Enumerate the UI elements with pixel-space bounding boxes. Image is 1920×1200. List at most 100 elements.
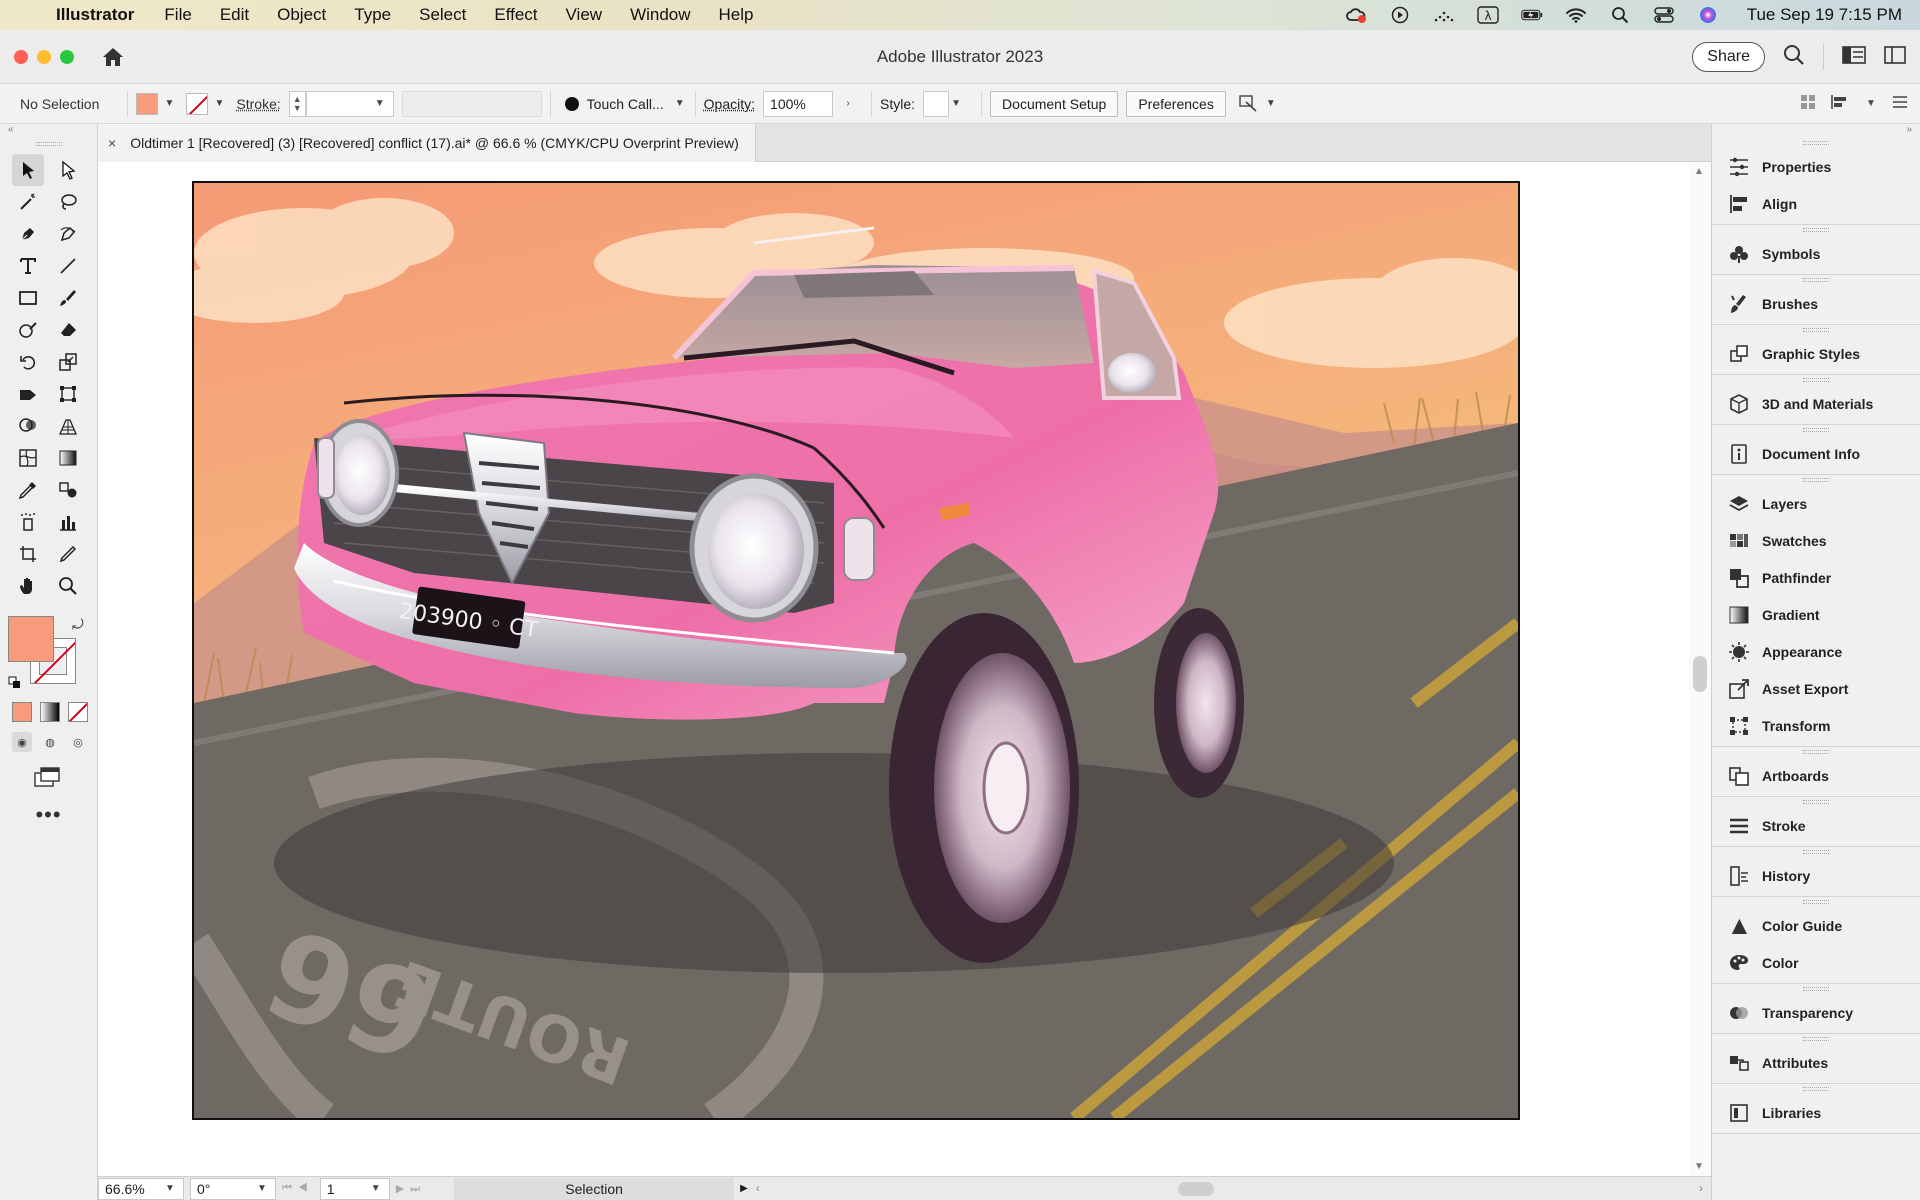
rotate-tool[interactable]	[12, 346, 44, 378]
app-menu-illustrator[interactable]: Illustrator	[56, 5, 134, 25]
shape-builder-tool[interactable]	[12, 410, 44, 442]
panel-color-guide[interactable]: Color Guide	[1712, 907, 1920, 944]
menu-window[interactable]: Window	[630, 5, 690, 25]
panel-symbols[interactable]: Symbols	[1712, 235, 1920, 272]
swap-fill-stroke-icon[interactable]: ⤾	[72, 616, 84, 633]
menu-edit[interactable]: Edit	[220, 5, 249, 25]
stroke-dropdown-icon[interactable]: ▼	[212, 94, 226, 114]
panel-group-grip[interactable]	[1803, 478, 1829, 482]
panel-appearance[interactable]: Appearance	[1712, 633, 1920, 670]
stroke-label[interactable]: Stroke:	[236, 96, 280, 112]
menu-object[interactable]: Object	[277, 5, 326, 25]
zoom-dropdown-icon[interactable]: ▼	[163, 1179, 177, 1199]
panel-group-grip[interactable]	[1803, 750, 1829, 754]
none-mode-button[interactable]	[68, 702, 88, 722]
search-icon[interactable]	[1783, 44, 1805, 69]
stroke-stepper-icon[interactable]: ▲ ▼	[288, 90, 306, 117]
panel-group-grip[interactable]	[1803, 428, 1829, 432]
panel-layout-icon[interactable]	[1884, 46, 1906, 67]
panel-group-grip[interactable]	[1803, 800, 1829, 804]
panel-graphic-styles[interactable]: Graphic Styles	[1712, 335, 1920, 372]
quick-actions-icon[interactable]: ▼	[1238, 94, 1278, 114]
column-graph-tool[interactable]	[52, 506, 84, 538]
vertical-scroll-thumb[interactable]	[1693, 656, 1707, 692]
panel-history[interactable]: History	[1712, 857, 1920, 894]
panel-group-grip[interactable]	[1803, 378, 1829, 382]
panel-asset-export[interactable]: Asset Export	[1712, 670, 1920, 707]
symbol-sprayer-tool[interactable]	[12, 506, 44, 538]
shaper-tool[interactable]	[12, 314, 44, 346]
panel-gradient[interactable]: Gradient	[1712, 596, 1920, 633]
scroll-down-icon[interactable]: ▼	[1694, 1161, 1704, 1172]
opacity-input[interactable]: 100%	[763, 90, 834, 117]
opacity-label[interactable]: Opacity:	[704, 96, 755, 112]
scale-tool[interactable]	[52, 346, 84, 378]
panel-transform[interactable]: Transform	[1712, 707, 1920, 744]
screen-mode-icon[interactable]	[32, 764, 62, 790]
panel-group-grip[interactable]	[1803, 900, 1829, 904]
first-previous-artboard-icon[interactable]: ⏮◀	[282, 1182, 314, 1195]
panel-group-grip[interactable]	[1803, 987, 1829, 991]
direct-selection-tool[interactable]	[52, 154, 84, 186]
menu-select[interactable]: Select	[419, 5, 466, 25]
siri-icon[interactable]	[1697, 6, 1719, 24]
paintbrush-tool[interactable]	[52, 282, 84, 314]
workspace-switcher-icon[interactable]	[1842, 46, 1866, 67]
brush-dropdown-icon[interactable]: ▼	[673, 94, 687, 114]
draw-behind-icon[interactable]: ◍	[40, 732, 60, 752]
close-window-button[interactable]	[14, 49, 28, 64]
default-fill-stroke-icon[interactable]	[8, 676, 22, 690]
style-dropdown-icon[interactable]: ▼	[949, 94, 963, 114]
menu-type[interactable]: Type	[354, 5, 391, 25]
menu-help[interactable]: Help	[719, 5, 754, 25]
lambda-icon[interactable]: λ	[1476, 6, 1499, 24]
magic-wand-tool[interactable]	[12, 186, 44, 218]
stroke-color-swatch[interactable]	[186, 92, 209, 115]
collapse-toolbar-icon[interactable]: «	[0, 124, 97, 140]
horizontal-scroll-thumb[interactable]	[1177, 1181, 1214, 1196]
draw-normal-icon[interactable]: ◉	[12, 732, 32, 752]
slice-tool[interactable]	[52, 538, 84, 570]
width-tool[interactable]	[12, 378, 44, 410]
creative-cloud-icon[interactable]	[1345, 6, 1367, 24]
menu-effect[interactable]: Effect	[494, 5, 537, 25]
eraser-tool[interactable]	[52, 314, 84, 346]
panel-swatches[interactable]: Swatches	[1712, 522, 1920, 559]
align-to-icon[interactable]	[1800, 94, 1816, 113]
panel-layers[interactable]: Layers	[1712, 485, 1920, 522]
panel-3d-materials[interactable]: 3D and Materials	[1712, 385, 1920, 422]
panel-group-grip[interactable]	[1803, 278, 1829, 282]
zoom-window-button[interactable]	[60, 49, 74, 64]
fill-color-swatch[interactable]	[136, 92, 159, 115]
battery-icon[interactable]	[1520, 6, 1543, 24]
blend-tool[interactable]	[52, 474, 84, 506]
free-transform-tool[interactable]	[52, 378, 84, 410]
fill-color-box[interactable]	[8, 616, 54, 662]
brush-definition[interactable]: Touch Call...	[587, 96, 673, 112]
panel-pathfinder[interactable]: Pathfinder	[1712, 559, 1920, 596]
panel-document-info[interactable]: Document Info	[1712, 435, 1920, 472]
wifi-icon[interactable]	[1565, 6, 1587, 24]
panel-transparency[interactable]: Transparency	[1712, 994, 1920, 1031]
scroll-right-icon[interactable]: ›	[1699, 1181, 1703, 1195]
hand-tool[interactable]	[12, 570, 44, 602]
vertical-scrollbar[interactable]: ▲ ▼	[1689, 162, 1711, 1176]
play-circle-icon[interactable]	[1389, 6, 1411, 24]
panel-group-grip[interactable]	[1803, 228, 1829, 232]
panel-artboards[interactable]: Artboards	[1712, 757, 1920, 794]
panel-group-grip[interactable]	[1803, 1087, 1829, 1091]
control-bar-menu-icon[interactable]	[1892, 95, 1908, 112]
stroke-weight-input[interactable]: ▼	[305, 90, 394, 117]
perspective-grid-tool[interactable]	[52, 410, 84, 442]
share-button[interactable]: Share	[1692, 41, 1765, 72]
panel-attributes[interactable]: Attributes	[1712, 1044, 1920, 1081]
current-tool-status[interactable]: Selection	[454, 1177, 735, 1200]
status-menu-icon[interactable]: ▶	[740, 1183, 748, 1194]
zoom-tool[interactable]	[52, 570, 84, 602]
menubar-clock[interactable]: Tue Sep 19 7:15 PM	[1747, 5, 1902, 25]
panel-brushes[interactable]: Brushes	[1712, 285, 1920, 322]
scroll-up-icon[interactable]: ▲	[1694, 166, 1704, 177]
preferences-button[interactable]: Preferences	[1126, 90, 1226, 117]
toolbar-grip[interactable]	[35, 142, 62, 146]
collapse-panels-icon[interactable]: »	[1712, 124, 1920, 138]
